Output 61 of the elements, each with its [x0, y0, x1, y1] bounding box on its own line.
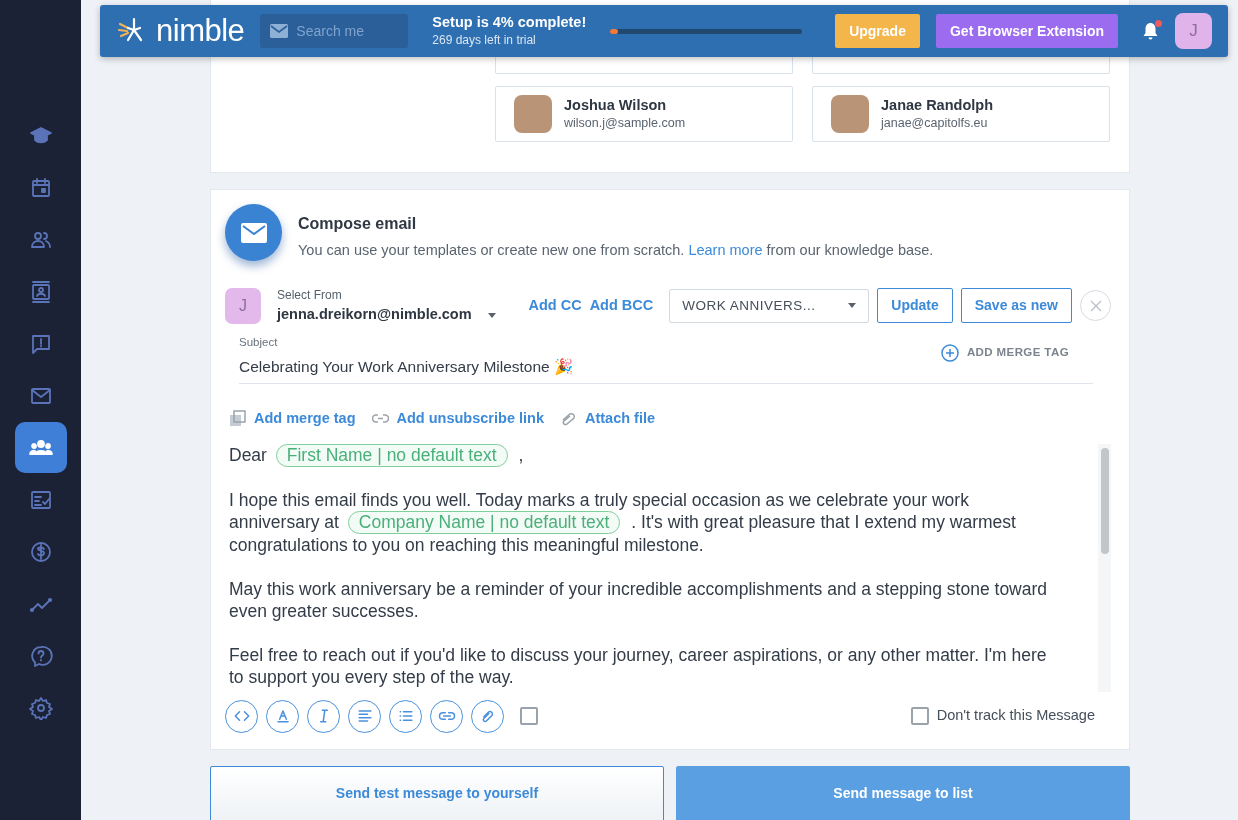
format-button[interactable] — [307, 699, 340, 733]
body-paragraph: I hope this email finds you well. Today marks a truly special occasion as we celebrate your work anniversary at Company Name | no default text . It's with great pleasure that I extend my warmest congratulations to you on reaching this meaningful milestone. — [229, 488, 1017, 556]
help-icon — [28, 643, 53, 668]
attach-file-link[interactable]: Attach file — [584, 408, 656, 430]
add-unsubscribe-link[interactable]: Add unsubscribe link — [396, 408, 544, 430]
bell-icon — [1142, 22, 1159, 40]
paperclip-icon — [559, 410, 577, 428]
extension-button[interactable]: Get Browser Extension — [935, 14, 1118, 48]
caret-icon — [848, 303, 857, 309]
setup-progress-title: Setup is 4% complete! — [432, 13, 587, 31]
sender-select[interactable]: Select From jenna.dreikorn@nimble.com — [277, 285, 496, 326]
user-avatar[interactable]: J — [1175, 13, 1212, 49]
merge-tag[interactable]: Company Name | no default text — [347, 510, 621, 534]
format-button[interactable] — [471, 699, 504, 733]
caret-icon — [487, 312, 496, 318]
checkbox-button[interactable] — [520, 707, 538, 726]
sender-avatar: J — [225, 287, 261, 324]
body-paragraph: Feel free to reach out if you'd like to discuss your journey, career aspirations, or any other matter. I'm here to support you every step of the way. — [229, 643, 1048, 688]
upgrade-button[interactable]: Upgrade — [835, 14, 920, 48]
merge-tag[interactable]: First Name | no default text — [275, 443, 508, 467]
format-button[interactable] — [225, 699, 258, 733]
format-button[interactable] — [266, 699, 299, 733]
search-field[interactable]: Search me — [260, 14, 409, 48]
scrollbar-thumb[interactable] — [1101, 447, 1109, 554]
contact-email: janae@capitolfs.eu — [881, 114, 989, 132]
send-to-list-button[interactable]: Send message to list — [676, 766, 1130, 820]
send-test-button[interactable]: Send test message to yourself — [210, 766, 664, 820]
learn-more-link[interactable]: Learn more — [688, 242, 763, 258]
subject-field[interactable]: Celebrating Your Work Anniversary Milestone 🎉 — [239, 354, 941, 378]
add-cc-link[interactable]: Add CC — [528, 294, 582, 317]
compose-description: You can use your templates or create new one from scratch. Learn more from our knowledge base. — [298, 241, 934, 260]
photo-placeholder — [514, 95, 552, 133]
trial-days-left: 269 days left in trial — [432, 31, 537, 49]
contact-name: Janae Randolph — [881, 95, 993, 114]
template-select[interactable]: WORK ANNIVERS... — [669, 288, 870, 323]
add-merge-tag-link[interactable]: Add merge tag — [254, 408, 356, 430]
settings-icon — [28, 695, 53, 720]
checkbox[interactable] — [910, 707, 929, 726]
layers-icon — [229, 410, 246, 428]
dont-track-checkbox[interactable]: Don't track this Message — [910, 705, 1095, 728]
body-paragraph: Dear First Name | no default text , — [229, 443, 525, 467]
photo-placeholder — [831, 95, 869, 133]
update-button[interactable]: Update — [877, 288, 953, 324]
sidebar-item[interactable] — [14, 422, 67, 473]
add-bcc-link[interactable]: Add BCC — [589, 294, 654, 317]
format-button[interactable] — [430, 699, 463, 733]
body-paragraph: May this work anniversary be a reminder of your incredible accomplishments and a stepping stone toward even greater successes. — [229, 577, 1049, 622]
save-as-new-button[interactable]: Save as new — [960, 288, 1072, 324]
notification-button[interactable] — [1142, 22, 1159, 40]
plus-circle-icon — [940, 344, 959, 362]
logo-text: nimble — [156, 11, 245, 50]
subject-label: Subject — [239, 334, 279, 350]
format-button[interactable] — [348, 699, 381, 733]
compose-title: Compose email — [298, 214, 418, 234]
close-icon — [1089, 299, 1102, 312]
format-button[interactable] — [389, 699, 422, 733]
add-merge-tag-link[interactable]: ADD MERGE TAG — [940, 344, 1069, 362]
dollar-circle-icon — [28, 539, 53, 564]
mail-circle-icon — [225, 204, 282, 261]
contact-email: wilson.j@sample.com — [564, 114, 686, 132]
contact-name: Joshua Wilson — [564, 95, 668, 114]
